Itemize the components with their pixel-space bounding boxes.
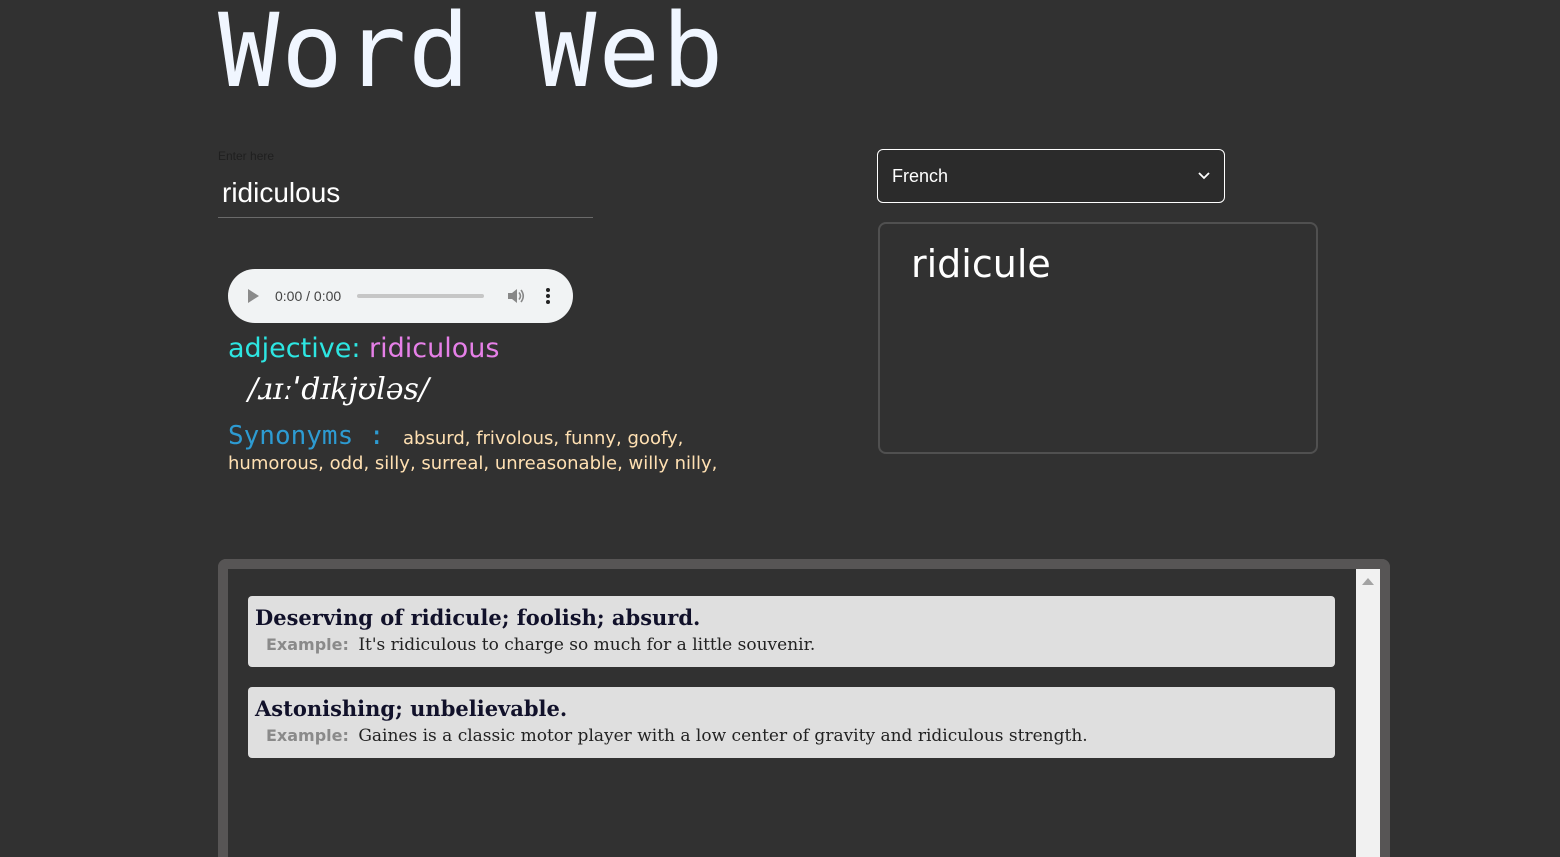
synonyms-section: Synonyms : absurd, frivolous, funny, goo… [228,421,748,477]
part-of-speech-label: adjective: [228,333,361,364]
example-text: Gaines is a classic motor player with a … [358,726,1088,746]
language-select[interactable]: French [877,149,1225,203]
app-title: Word Web [218,0,726,111]
definition-card: Deserving of ridicule; foolish; absurd. … [248,596,1335,667]
more-options-icon[interactable] [542,286,554,306]
definition-card: Astonishing; unbelievable. Example: Gain… [248,687,1335,758]
page: Word Web Enter here 0:00 / 0:00 adjectiv… [0,0,1560,857]
chevron-down-icon [1198,172,1210,180]
language-select-value: French [892,166,949,186]
definitions-panel: Deserving of ridicule; foolish; absurd. … [218,559,1390,857]
volume-icon[interactable] [506,287,526,305]
search-input-label: Enter here [218,149,275,163]
example-label: Example: [266,635,349,654]
translation-output: ridicule [878,222,1318,454]
play-icon[interactable] [248,289,259,303]
scrollbar[interactable] [1356,569,1380,857]
definition-text: Astonishing; unbelievable. [255,696,568,721]
audio-player[interactable]: 0:00 / 0:00 [228,269,573,323]
synonyms-label: Synonyms : [228,421,385,451]
search-input[interactable] [218,168,593,218]
headword: ridiculous [369,333,500,364]
part-of-speech-line: adjective: ridiculous [228,330,499,368]
example-text: It's ridiculous to charge so much for a … [358,635,816,655]
example-label: Example: [266,726,349,745]
translation-text: ridicule [911,242,1051,286]
audio-time: 0:00 / 0:00 [275,288,342,304]
scroll-up-arrow-icon[interactable] [1362,578,1374,585]
example-line: Example: It's ridiculous to charge so mu… [255,633,1328,657]
example-line: Example: Gaines is a classic motor playe… [255,724,1328,748]
audio-progress-bar[interactable] [357,294,484,298]
definition-text: Deserving of ridicule; foolish; absurd. [255,605,701,630]
phonetic-transcription: /ɹɪːˈdɪkjʊləs/ [248,372,430,407]
